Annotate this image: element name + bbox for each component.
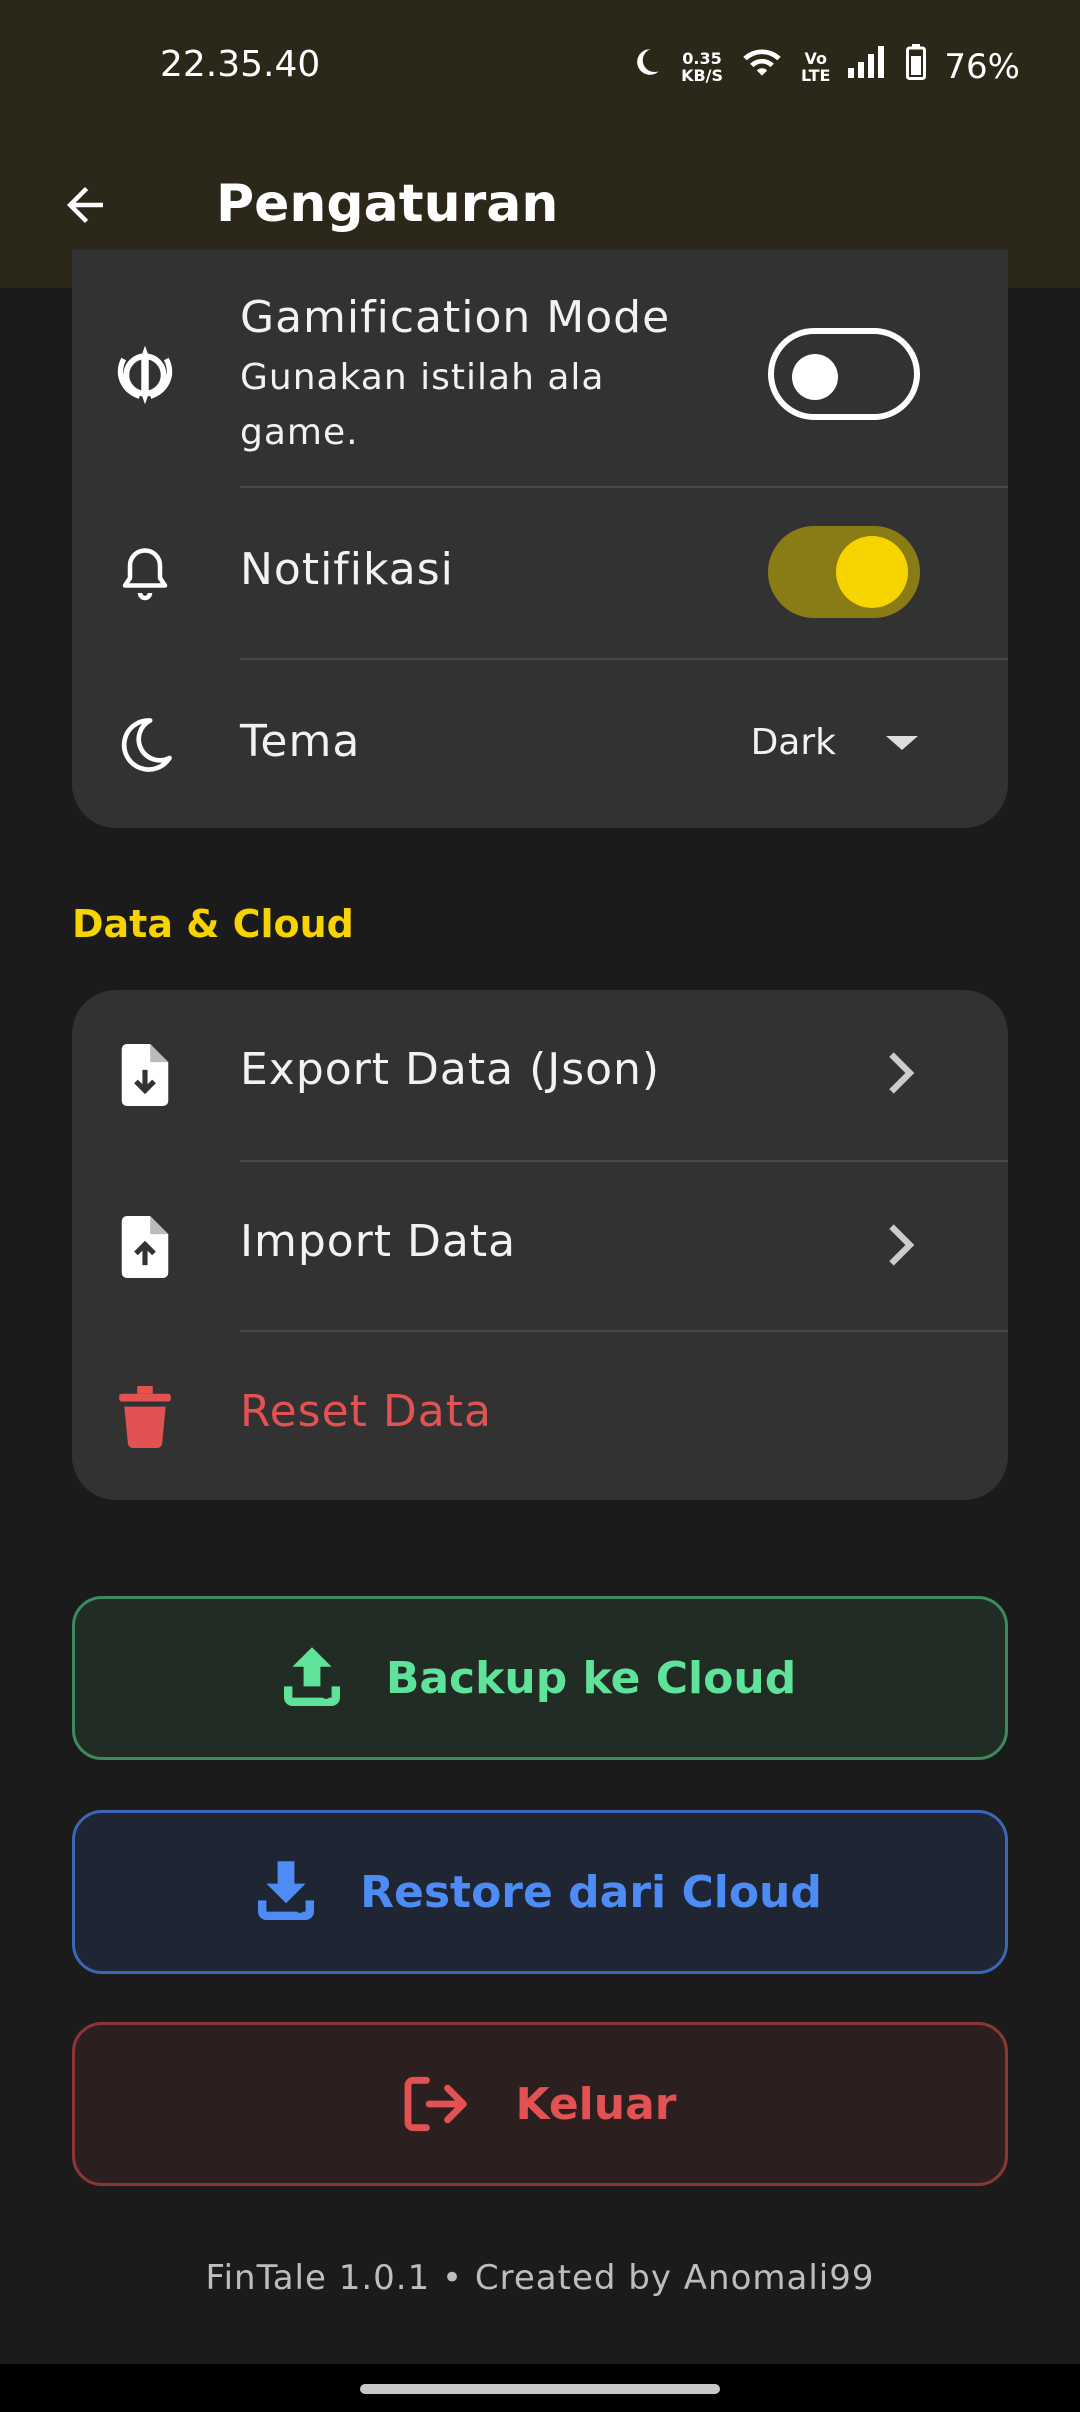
signal-icon — [848, 46, 888, 87]
notification-toggle[interactable] — [768, 526, 920, 618]
trash-icon — [110, 1382, 180, 1452]
logout-label: Keluar — [515, 2078, 677, 2130]
app-version-footer: FinTale 1.0.1 • Created by Anomali99 — [205, 2258, 875, 2298]
file-download-icon — [110, 1040, 180, 1110]
download-icon — [258, 1861, 315, 1920]
battery-level: 76% — [944, 46, 1020, 87]
back-button[interactable] — [50, 170, 120, 240]
caret-down-icon — [886, 735, 918, 750]
moon-status-icon — [629, 45, 663, 88]
section-title: Data & Cloud — [72, 902, 354, 946]
khanda-icon — [110, 340, 180, 410]
status-bar: 22.35.40 0.35 KB/S Vo LTE 76% — [0, 0, 1080, 140]
wifi-icon — [741, 45, 783, 88]
gamification-label: Gamification Mode — [240, 292, 671, 343]
restore-label: Restore dari Cloud — [360, 1866, 822, 1918]
theme-row[interactable]: Tema Dark — [72, 660, 1008, 828]
export-data-row[interactable]: Export Data (Json) — [72, 990, 1008, 1160]
toggle-knob — [792, 354, 838, 400]
import-data-row[interactable]: Import Data — [72, 1162, 1008, 1330]
export-label: Export Data (Json) — [240, 1044, 661, 1095]
network-speed: 0.35 KB/S — [681, 48, 724, 85]
logout-icon — [404, 2076, 467, 2132]
volte-indicator: Vo LTE — [801, 48, 831, 85]
gamification-description: Gunakan istilah ala game. — [240, 357, 605, 453]
file-upload-icon — [110, 1212, 180, 1282]
backup-label: Backup ke Cloud — [385, 1652, 797, 1704]
status-icons: 0.35 KB/S Vo LTE 76% — [629, 44, 1020, 89]
upload-icon — [283, 1647, 340, 1706]
bell-icon — [110, 538, 180, 608]
battery-icon — [906, 44, 927, 89]
logout-button[interactable]: Keluar — [72, 2022, 1008, 2186]
toggle-knob — [836, 536, 908, 608]
theme-value: Dark — [750, 722, 836, 763]
data-card: Export Data (Json) Import Data Reset Dat… — [72, 990, 1008, 1500]
chevron-right-icon — [886, 1224, 918, 1270]
gamification-row[interactable]: Gamification Mode Gunakan istilah ala ga… — [72, 250, 1008, 486]
moon-icon — [110, 710, 180, 780]
theme-dropdown[interactable]: Dark — [751, 722, 918, 763]
arrow-left-icon — [67, 187, 103, 223]
preferences-card: Gamification Mode Gunakan istilah ala ga… — [72, 250, 1008, 828]
gamification-toggle[interactable] — [768, 328, 920, 420]
restore-cloud-button[interactable]: Restore dari Cloud — [72, 1810, 1008, 1974]
import-label: Import Data — [240, 1216, 517, 1267]
status-time: 22.35.40 — [160, 44, 321, 85]
chevron-right-icon — [886, 1052, 918, 1098]
notification-row[interactable]: Notifikasi — [72, 488, 1008, 658]
reset-data-row[interactable]: Reset Data — [72, 1332, 1008, 1500]
navigation-bar — [0, 2364, 1080, 2412]
backup-cloud-button[interactable]: Backup ke Cloud — [72, 1596, 1008, 1760]
page-title: Pengaturan — [216, 174, 559, 234]
reset-label: Reset Data — [240, 1386, 492, 1437]
theme-label: Tema — [240, 716, 361, 767]
notification-label: Notifikasi — [240, 544, 454, 595]
home-gesture-pill[interactable] — [360, 2384, 720, 2394]
